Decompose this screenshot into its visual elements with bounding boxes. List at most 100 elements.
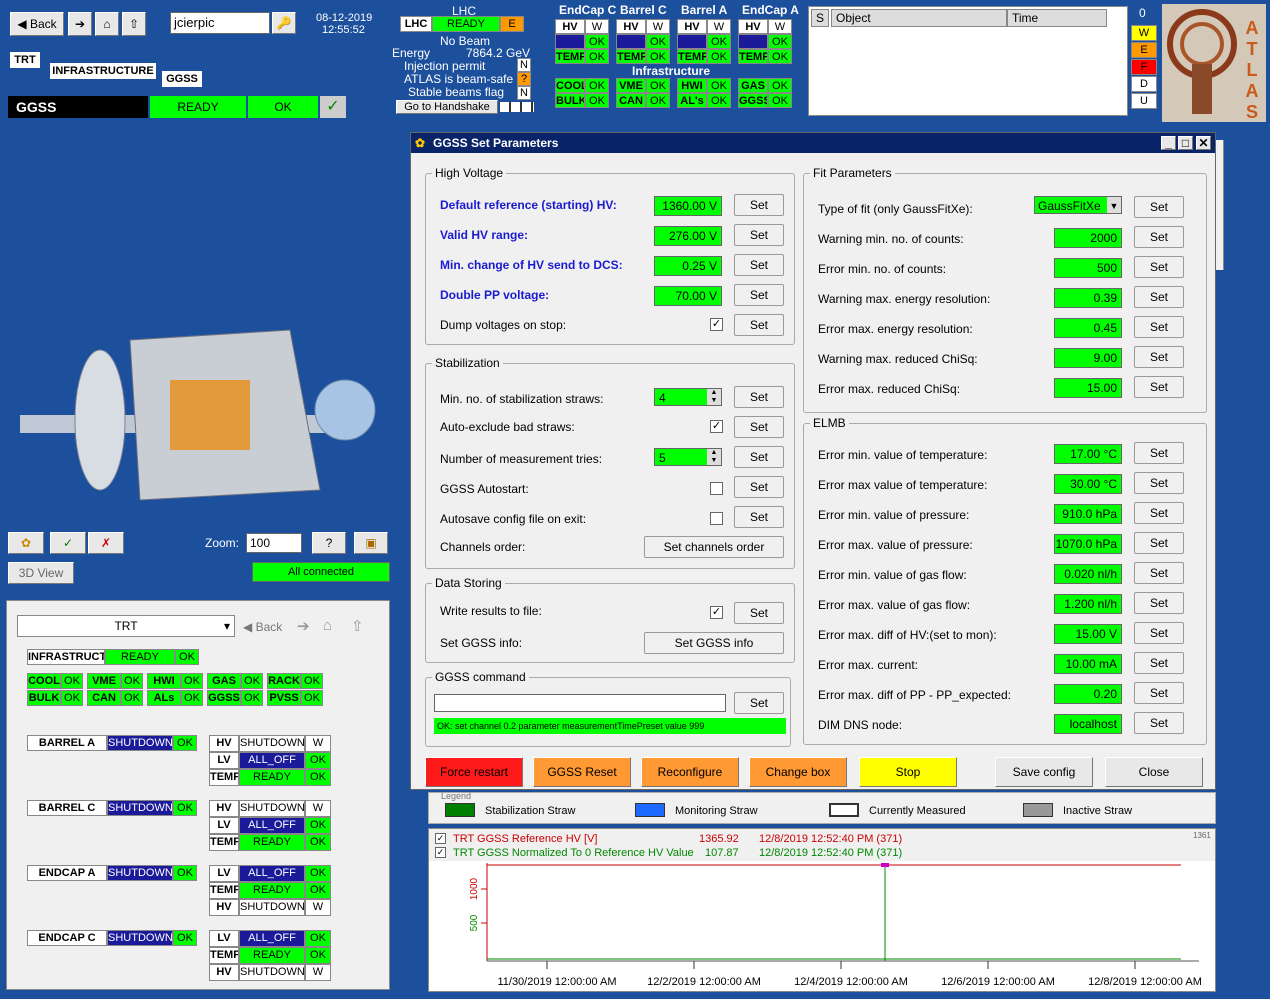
zoom-input[interactable]: 100	[246, 533, 302, 553]
command-set-button[interactable]: Set	[734, 692, 784, 714]
tree-subsystem[interactable]: HV	[209, 964, 239, 981]
autostart-set-button[interactable]: Set	[734, 476, 784, 498]
channels-order-button[interactable]: Set channels order	[644, 536, 784, 558]
fit-type-set-button[interactable]: Set	[1134, 196, 1184, 218]
tree-subsystem[interactable]: HV	[209, 735, 239, 752]
infra-cell[interactable]: AL's	[677, 93, 707, 108]
tree-subsystem[interactable]: LV	[209, 930, 239, 947]
min-straws-set-button[interactable]: Set	[734, 386, 784, 408]
hv-param-set-button[interactable]: Set	[734, 194, 784, 216]
breadcrumb-infrastructure[interactable]: INFRASTRUCTURE	[50, 63, 156, 79]
infra-cell[interactable]: CAN	[616, 93, 646, 108]
tree-part-name[interactable]: ENDCAP A	[27, 865, 107, 881]
alarm-d[interactable]: D	[1131, 76, 1157, 92]
change-box-button[interactable]: Change box	[749, 757, 847, 787]
fit-param-set-button[interactable]: Set	[1134, 316, 1184, 338]
gear-button[interactable]: ✿	[8, 532, 44, 554]
elmb-param-value[interactable]: 0.020 nl/h	[1054, 564, 1122, 584]
tree-part-name[interactable]: BARREL C	[27, 800, 107, 816]
autostart-checkbox[interactable]	[710, 482, 723, 495]
dump-checkbox[interactable]: ✓	[710, 318, 723, 331]
tree-subsystem[interactable]: LV	[209, 865, 239, 882]
tree-infra-cell[interactable]: COOL	[27, 673, 61, 689]
auto-exclude-checkbox[interactable]: ✓	[710, 420, 723, 433]
part-subsystem[interactable]: LV	[616, 34, 646, 49]
tree-subsystem[interactable]: TEMP	[209, 834, 239, 851]
tree-back-button[interactable]: ◀ Back	[243, 617, 293, 637]
tree-subsystem[interactable]: TEMP	[209, 947, 239, 964]
hv-param-value[interactable]: 1360.00 V	[654, 196, 722, 216]
series2-checkbox[interactable]: ✓	[435, 847, 446, 858]
elmb-param-set-button[interactable]: Set	[1134, 442, 1184, 464]
atlas-3d-view[interactable]	[20, 320, 380, 510]
auto-exclude-set-button[interactable]: Set	[734, 416, 784, 438]
stop-button[interactable]: Stop	[859, 757, 957, 787]
fit-param-set-button[interactable]: Set	[1134, 346, 1184, 368]
tree-infra-cell[interactable]: RACK	[267, 673, 301, 689]
tree-subsystem[interactable]: TEMP	[209, 769, 239, 786]
fit-param-value[interactable]: 9.00	[1054, 348, 1122, 368]
infra-cell[interactable]: COOL	[555, 78, 585, 93]
tries-set-button[interactable]: Set	[734, 446, 784, 468]
elmb-param-set-button[interactable]: Set	[1134, 502, 1184, 524]
part-subsystem[interactable]: HV	[677, 19, 707, 34]
close-button[interactable]: Close	[1105, 757, 1203, 787]
hv-param-set-button[interactable]: Set	[734, 254, 784, 276]
tree-infra-cell[interactable]: PVSS	[267, 690, 301, 706]
part-subsystem[interactable]: LV	[555, 34, 585, 49]
elmb-param-value[interactable]: 30.00 °C	[1054, 474, 1122, 494]
autosave-set-button[interactable]: Set	[734, 506, 784, 528]
check-icon[interactable]: ✓	[320, 96, 346, 118]
hv-param-set-button[interactable]: Set	[734, 224, 784, 246]
fit-param-set-button[interactable]: Set	[1134, 376, 1184, 398]
write-set-button[interactable]: Set	[734, 602, 784, 624]
tree-subsystem[interactable]: HV	[209, 899, 239, 916]
hv-param-value[interactable]: 276.00 V	[654, 226, 722, 246]
tree-infra-cell[interactable]: VME	[87, 673, 121, 689]
back-button[interactable]: ◀ Back	[10, 12, 64, 36]
part-subsystem[interactable]: TEMP	[616, 49, 646, 64]
alarm-f[interactable]: F	[1131, 59, 1157, 75]
key-icon[interactable]: 🔑	[272, 12, 296, 34]
elmb-param-value[interactable]: 17.00 °C	[1054, 444, 1122, 464]
min-straws-spinner[interactable]: 4 ▲ ▼	[654, 388, 722, 406]
save-icon[interactable]: ▣	[354, 532, 388, 554]
tree-infra-cell[interactable]: GGSS	[207, 690, 241, 706]
info-button[interactable]: Set GGSS info	[644, 632, 784, 654]
part-subsystem[interactable]: TEMP	[555, 49, 585, 64]
autosave-checkbox[interactable]	[710, 512, 723, 525]
tree-subsystem[interactable]: LV	[209, 752, 239, 769]
dump-set-button[interactable]: Set	[734, 314, 784, 336]
elmb-param-set-button[interactable]: Set	[1134, 652, 1184, 674]
fit-type-select[interactable]: GaussFitXe ▼	[1034, 196, 1122, 214]
alarm-u[interactable]: U	[1131, 93, 1157, 109]
tree-home-icon[interactable]: ⌂	[323, 617, 343, 634]
home-icon[interactable]: ⌂	[95, 12, 119, 36]
elmb-param-value[interactable]: localhost	[1054, 714, 1122, 734]
tries-spinner[interactable]: 5 ▲ ▼	[654, 448, 722, 466]
help-button[interactable]: ?	[312, 532, 346, 554]
elmb-param-set-button[interactable]: Set	[1134, 622, 1184, 644]
elmb-param-value[interactable]: 0.20	[1054, 684, 1122, 704]
ggss-reset-button[interactable]: GGSS Reset	[533, 757, 631, 787]
elmb-param-set-button[interactable]: Set	[1134, 592, 1184, 614]
command-input[interactable]	[434, 694, 726, 712]
elmb-param-set-button[interactable]: Set	[1134, 532, 1184, 554]
tree-part-name[interactable]: ENDCAP C	[27, 930, 107, 946]
fit-param-set-button[interactable]: Set	[1134, 226, 1184, 248]
elmb-param-value[interactable]: 15.00 V	[1054, 624, 1122, 644]
tree-infra-cell[interactable]: BULK	[27, 690, 61, 706]
alarm-header-object[interactable]: Object	[831, 9, 1007, 27]
alarm-w[interactable]: W	[1131, 25, 1157, 41]
close-icon[interactable]: ✕	[1196, 136, 1211, 150]
tree-select[interactable]: TRT ▾	[17, 615, 235, 637]
elmb-param-set-button[interactable]: Set	[1134, 562, 1184, 584]
fit-param-value[interactable]: 2000	[1054, 228, 1122, 248]
tree-forward-icon[interactable]: ➔	[297, 617, 317, 635]
forward-icon[interactable]: ➔	[68, 12, 92, 36]
part-subsystem[interactable]: HV	[738, 19, 768, 34]
minimize-button[interactable]: _	[1161, 136, 1176, 150]
part-subsystem[interactable]: TEMP	[738, 49, 768, 64]
infra-cell[interactable]: HWI	[677, 78, 707, 93]
infra-cell[interactable]: GGSS	[738, 93, 768, 108]
